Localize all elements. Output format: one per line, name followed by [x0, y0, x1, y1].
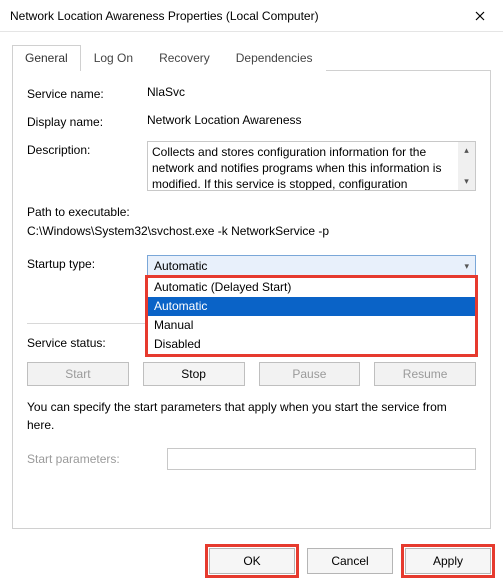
service-name-value: NlaSvc	[147, 85, 476, 99]
dialog-button-row: OK Cancel Apply	[209, 548, 491, 574]
service-name-label: Service name:	[27, 85, 147, 101]
resume-button: Resume	[374, 362, 476, 386]
start-parameters-input	[167, 448, 476, 470]
scroll-up-icon[interactable]: ▴	[458, 142, 475, 159]
general-panel: Service name: NlaSvc Display name: Netwo…	[12, 71, 491, 529]
start-parameters-label: Start parameters:	[27, 452, 167, 466]
service-status-label: Service status:	[27, 334, 147, 350]
pause-button: Pause	[259, 362, 361, 386]
window-title: Network Location Awareness Properties (L…	[10, 9, 457, 23]
startup-option-delayed[interactable]: Automatic (Delayed Start)	[148, 278, 475, 297]
chevron-down-icon: ▾	[464, 261, 469, 272]
tab-general[interactable]: General	[12, 45, 81, 71]
ok-button[interactable]: OK	[209, 548, 295, 574]
scroll-down-icon[interactable]: ▾	[458, 173, 475, 190]
title-bar: Network Location Awareness Properties (L…	[0, 0, 503, 32]
cancel-button[interactable]: Cancel	[307, 548, 393, 574]
description-box: Collects and stores configuration inform…	[147, 141, 476, 191]
startup-option-automatic[interactable]: Automatic	[148, 297, 475, 316]
stop-button[interactable]: Stop	[143, 362, 245, 386]
startup-type-dropdown: Automatic (Delayed Start) Automatic Manu…	[147, 277, 476, 354]
description-label: Description:	[27, 141, 147, 157]
start-button: Start	[27, 362, 129, 386]
close-button[interactable]	[457, 0, 503, 32]
startup-option-manual[interactable]: Manual	[148, 316, 475, 335]
close-icon	[475, 11, 485, 21]
tab-strip: General Log On Recovery Dependencies	[12, 44, 491, 71]
display-name-label: Display name:	[27, 113, 147, 129]
tab-logon[interactable]: Log On	[81, 45, 146, 71]
description-scrollbar[interactable]: ▴ ▾	[458, 142, 475, 190]
tab-dependencies[interactable]: Dependencies	[223, 45, 326, 71]
startup-option-disabled[interactable]: Disabled	[148, 335, 475, 354]
path-to-executable-label: Path to executable:	[27, 203, 476, 222]
startup-type-label: Startup type:	[27, 255, 147, 271]
start-parameters-note: You can specify the start parameters tha…	[27, 398, 476, 434]
description-text: Collects and stores configuration inform…	[148, 142, 458, 190]
tab-recovery[interactable]: Recovery	[146, 45, 223, 71]
startup-type-selected: Automatic	[154, 259, 207, 273]
executable-path-value: C:\Windows\System32\svchost.exe -k Netwo…	[27, 222, 476, 241]
apply-button[interactable]: Apply	[405, 548, 491, 574]
display-name-value: Network Location Awareness	[147, 113, 476, 127]
startup-type-select[interactable]: Automatic ▾	[147, 255, 476, 277]
